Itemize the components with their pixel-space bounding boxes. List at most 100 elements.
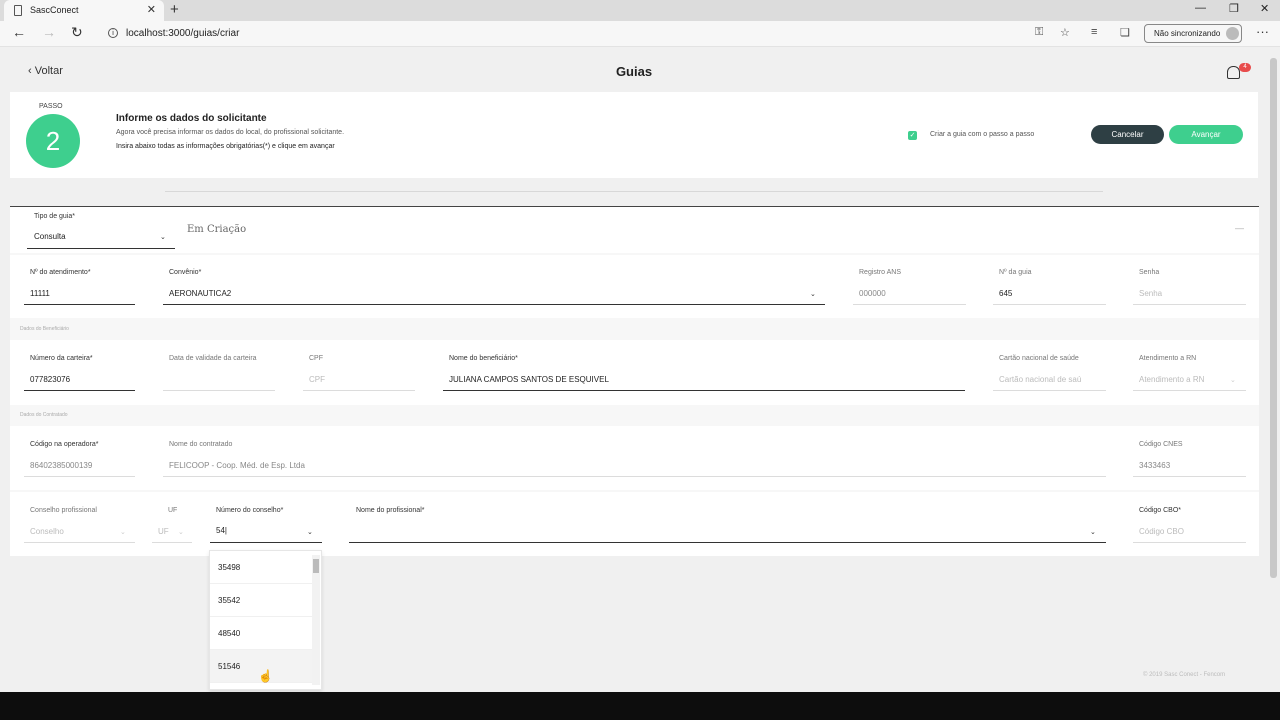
browser-tab[interactable]: SascConect ✕ — [4, 0, 164, 21]
hand-cursor-icon: ☝ — [258, 669, 273, 683]
contratado-underline — [163, 476, 1106, 477]
rn-underline — [1133, 390, 1246, 391]
atendimento-underline — [24, 304, 135, 305]
professional-row: Conselho profissional Conselho ⌄ UF UF ⌄… — [10, 492, 1259, 556]
contratado-label: Nome do contratado — [169, 441, 233, 448]
dropdown-option[interactable]: 48540 — [210, 617, 313, 650]
chevron-down-icon[interactable]: ⌄ — [160, 233, 166, 241]
beneficiary-row: Número da carteira* 077823076 Data de va… — [10, 340, 1259, 405]
footer-copyright: © 2019 Sasc Conect - Fencom — [1143, 672, 1226, 678]
step-title: Informe os dados do solicitante — [116, 113, 267, 124]
favorites-icon[interactable]: ≡ — [1091, 26, 1097, 38]
contractor-row: Código na operadora* 86402385000139 Nome… — [10, 426, 1259, 490]
dropdown-option[interactable]: 35498 — [210, 551, 313, 584]
collapse-icon[interactable]: — — [1235, 223, 1244, 233]
chevron-down-icon[interactable]: ⌄ — [120, 528, 126, 536]
guia-input[interactable]: 645 — [999, 289, 1012, 298]
profissional-select[interactable] — [349, 542, 1106, 543]
operadora-input[interactable]: 86402385000139 — [30, 461, 92, 470]
dropdown-scroll-thumb[interactable] — [313, 559, 319, 573]
more-menu-icon[interactable]: ··· — [1256, 24, 1269, 39]
profissional-label: Nome do profissional* — [356, 507, 425, 514]
step-hint: Insira abaixo todas as informações obrig… — [116, 143, 335, 150]
attendance-row: Nº do atendimento* 11111 Convênio* AERON… — [10, 255, 1259, 318]
key-icon[interactable]: ⚿ — [1035, 26, 1043, 39]
validade-input[interactable] — [163, 390, 275, 391]
conselho-select[interactable]: Conselho — [30, 527, 64, 536]
refresh-icon[interactable]: ↻ — [71, 24, 83, 41]
rn-select[interactable]: Atendimento a RN — [1139, 375, 1204, 384]
tab-close-icon[interactable]: ✕ — [147, 0, 156, 21]
url-input[interactable]: i localhost:3000/guias/criar — [98, 24, 1078, 44]
uf-underline — [152, 542, 192, 543]
senha-input[interactable]: Senha — [1139, 289, 1162, 298]
cbo-input[interactable]: Código CBO — [1139, 527, 1184, 536]
maximize-icon[interactable]: ❐ — [1229, 2, 1239, 15]
step-by-step-checkbox[interactable]: ✓ — [908, 131, 917, 140]
dropdown-option[interactable]: 35542 — [210, 584, 313, 617]
chevron-down-icon[interactable]: ⌄ — [178, 528, 184, 536]
atendimento-input[interactable]: 11111 — [30, 289, 50, 298]
section-contratado: Dados do Contratado — [20, 412, 68, 418]
uf-select[interactable]: UF — [158, 527, 169, 536]
profile-sync-button[interactable]: Não sincronizando — [1144, 24, 1242, 43]
beneficiario-label: Nome do beneficiário* — [449, 355, 518, 362]
sync-label: Não sincronizando — [1154, 29, 1221, 38]
new-tab-button[interactable]: + — [170, 1, 179, 18]
num-conselho-input[interactable]: 54| — [216, 526, 227, 535]
num-conselho-value: 54 — [216, 526, 225, 535]
page-scrollbar[interactable] — [1270, 58, 1277, 578]
convenio-select[interactable]: AERONAUTICA2 — [169, 289, 231, 298]
status-text: Em Criação — [187, 224, 247, 235]
beneficiario-input[interactable]: JULIANA CAMPOS SANTOS DE ESQUIVEL — [449, 375, 609, 384]
cancel-button[interactable]: Cancelar — [1091, 125, 1164, 144]
url-text: localhost:3000/guias/criar — [126, 28, 240, 39]
avatar — [1226, 27, 1239, 40]
favorite-add-icon[interactable]: ☆ — [1060, 26, 1070, 39]
dropdown-scrollbar[interactable] — [312, 555, 320, 685]
senha-label: Senha — [1139, 269, 1160, 276]
operadora-underline — [24, 476, 135, 477]
conselho-label: Conselho profissional — [30, 507, 97, 514]
contratado-input[interactable]: FELICOOP - Coop. Méd. de Esp. Ltda — [169, 461, 305, 470]
carteira-input[interactable]: 077823076 — [30, 375, 70, 384]
cnes-input[interactable]: 3433463 — [1139, 461, 1170, 470]
cpf-input[interactable]: CPF — [309, 375, 325, 384]
minimize-icon[interactable]: — — [1195, 2, 1206, 14]
cpf-underline — [303, 390, 415, 391]
tipo-underline — [27, 248, 175, 249]
page-title: Guias — [615, 64, 653, 79]
tipo-label: Tipo de guia* — [34, 213, 75, 220]
next-button[interactable]: Avançar — [1169, 125, 1243, 144]
back-arrow-icon[interactable]: ← — [12, 24, 26, 40]
close-window-icon[interactable]: ✕ — [1260, 2, 1269, 15]
chevron-down-icon[interactable]: ⌄ — [1090, 528, 1096, 536]
step-card: PASSO 2 Informe os dados do solicitante … — [10, 92, 1258, 178]
step-label: PASSO — [39, 103, 63, 110]
conselho-underline — [24, 542, 135, 543]
cbo-label: Código CBO* — [1139, 507, 1182, 514]
uf-label: UF — [168, 507, 178, 514]
taskbar — [0, 692, 1280, 720]
cbo-underline — [1133, 542, 1246, 543]
senha-underline — [1133, 304, 1246, 305]
forward-arrow-icon[interactable]: → — [42, 24, 56, 40]
beneficiario-underline — [443, 390, 965, 391]
tab-title: SascConect — [30, 5, 79, 15]
num-conselho-underline — [210, 542, 322, 543]
tipo-select[interactable]: Consulta — [34, 232, 66, 241]
chevron-down-icon[interactable]: ⌄ — [307, 528, 313, 536]
type-row: Tipo de guia* Consulta ⌄ Em Criação — — [10, 207, 1259, 253]
text-cursor: | — [224, 526, 227, 535]
rn-label: Atendimento a RN — [1139, 355, 1197, 362]
registro-input[interactable]: 000000 — [859, 289, 886, 298]
validade-label: Data de validade da carteira — [169, 355, 257, 362]
step-number: 2 — [26, 114, 80, 168]
chevron-down-icon[interactable]: ⌄ — [810, 290, 816, 298]
carteira-label: Número da carteira* — [30, 355, 93, 362]
step-subtitle: Agora você precisa informar os dados do … — [116, 129, 345, 136]
collections-icon[interactable]: ❏ — [1120, 26, 1130, 39]
info-icon[interactable]: i — [108, 28, 118, 39]
cns-input[interactable]: Cartão nacional de saú — [999, 375, 1081, 384]
chevron-down-icon[interactable]: ⌄ — [1230, 376, 1236, 384]
